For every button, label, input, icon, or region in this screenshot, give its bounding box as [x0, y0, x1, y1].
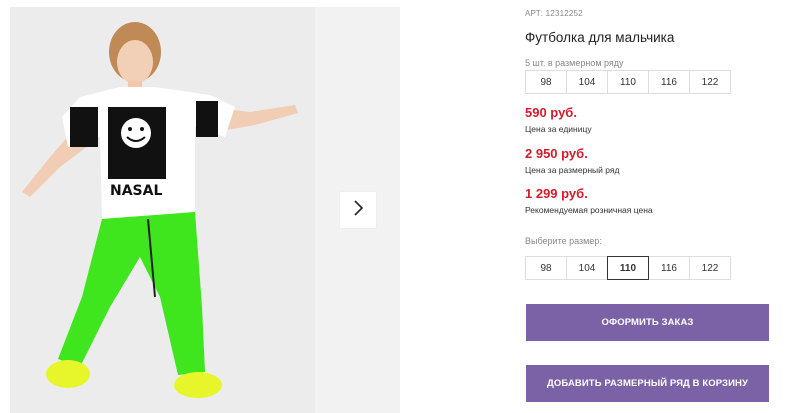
size-row-item: 110 — [607, 70, 649, 94]
size-option-selected[interactable]: 110 — [607, 256, 649, 280]
product-photo-illustration: NASAL — [10, 7, 315, 413]
size-option[interactable]: 122 — [689, 256, 731, 280]
order-button[interactable]: ОФОРМИТЬ ЗАКАЗ — [526, 304, 769, 341]
size-select-label: Выберите размер: — [525, 236, 602, 246]
row-price-label: Цена за размерный ряд — [525, 165, 620, 175]
unit-price-label: Цена за единицу — [525, 124, 592, 134]
svg-text:NASAL: NASAL — [110, 183, 162, 199]
unit-price: 590 руб. — [525, 105, 577, 120]
row-price: 2 950 руб. — [525, 146, 588, 161]
size-row-list: 98 104 110 116 122 — [525, 70, 731, 94]
product-article: АРТ: 12312252 — [525, 9, 583, 18]
size-option[interactable]: 98 — [525, 256, 567, 280]
size-option[interactable]: 104 — [566, 256, 608, 280]
product-title: Футболка для мальчика — [525, 30, 675, 45]
retail-price: 1 299 руб. — [525, 186, 588, 201]
size-row-item: 116 — [648, 70, 690, 94]
product-photo[interactable]: NASAL — [10, 7, 315, 413]
retail-price-label: Рекомендуемая розничная цена — [525, 205, 653, 215]
size-option[interactable]: 116 — [648, 256, 690, 280]
size-row-item: 122 — [689, 70, 731, 94]
size-select-list: 98 104 110 116 122 — [525, 256, 731, 280]
chevron-right-icon — [352, 199, 364, 221]
product-gallery: NASAL — [0, 0, 400, 413]
next-photo-button[interactable] — [340, 192, 376, 228]
size-row-item: 104 — [566, 70, 608, 94]
add-size-row-to-cart-button[interactable]: ДОБАВИТЬ РАЗМЕРНЫЙ РЯД В КОРЗИНУ — [526, 365, 769, 402]
size-row-item: 98 — [525, 70, 567, 94]
size-row-label: 5 шт. в размерном ряду — [525, 58, 624, 68]
